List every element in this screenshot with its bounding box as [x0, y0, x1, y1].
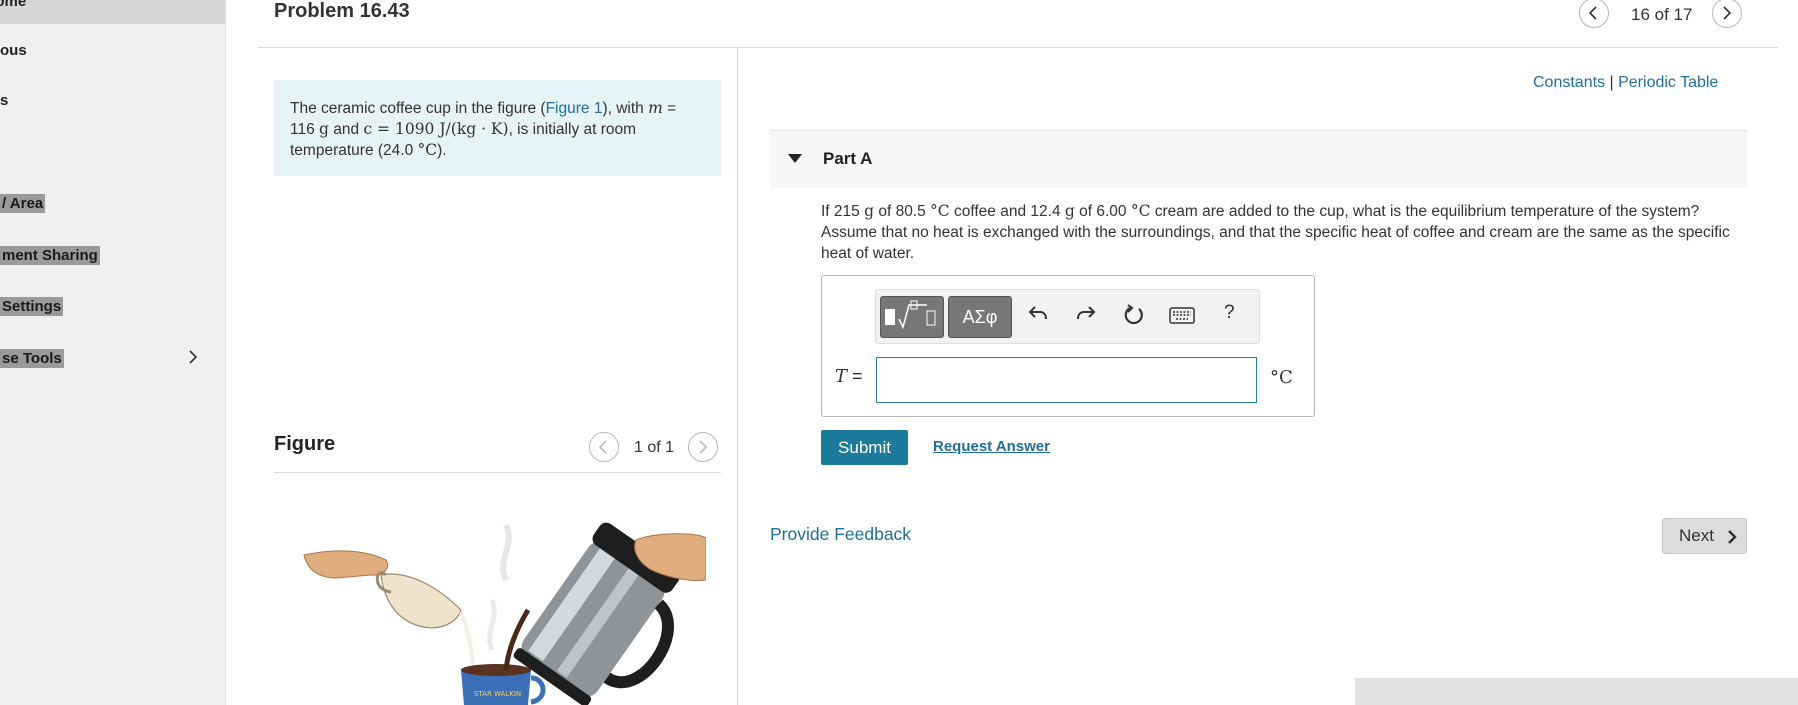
chevron-right-icon	[1728, 530, 1737, 544]
fraction-root-icon	[885, 300, 936, 330]
mug-text: STAR WALKIN	[474, 690, 521, 698]
math-toolbar: ΑΣφ ?	[875, 289, 1260, 344]
sidebar-item-area[interactable]: / Area	[0, 194, 46, 213]
next-button[interactable]: Next	[1662, 518, 1747, 554]
figure-title: Figure	[274, 433, 336, 455]
sidebar-item-home[interactable]: e Home	[0, 0, 225, 24]
figure-link[interactable]: Figure 1	[546, 100, 603, 117]
chevron-left-icon	[1588, 6, 1597, 20]
keyboard-icon[interactable]	[1169, 307, 1195, 325]
undo-icon[interactable]	[1028, 304, 1048, 324]
submit-button[interactable]: Submit	[821, 430, 908, 465]
chevron-right-icon	[699, 440, 708, 454]
provide-feedback-link[interactable]: Provide Feedback	[770, 524, 911, 545]
bottom-bar	[1355, 678, 1798, 705]
figure-prev-button[interactable]	[589, 432, 619, 462]
figure-pager: 1 of 1	[634, 439, 675, 456]
sidebar-item-previous[interactable]: ous	[0, 42, 27, 59]
figure-divider	[274, 472, 721, 473]
next-problem-button[interactable]	[1712, 0, 1742, 28]
header-divider	[258, 47, 1778, 48]
sidebar-item-course-tools[interactable]: se Tools	[0, 349, 64, 368]
chevron-right-icon[interactable]	[186, 350, 200, 364]
column-divider	[737, 48, 738, 705]
part-a-header[interactable]	[770, 130, 1747, 188]
answer-unit: °C	[1270, 367, 1293, 388]
reset-icon[interactable]	[1123, 304, 1145, 326]
periodic-table-link[interactable]: Periodic Table	[1618, 74, 1718, 91]
redo-icon[interactable]	[1076, 304, 1096, 324]
sidebar-item-s[interactable]: s	[0, 92, 8, 109]
symbols-button[interactable]: ΑΣφ	[948, 296, 1012, 338]
problem-pager: 16 of 17	[1631, 5, 1693, 24]
chevron-left-icon	[598, 440, 607, 454]
coffee-cup-figure: STAR WALKIN	[303, 522, 706, 705]
figure-next-button[interactable]	[688, 432, 718, 462]
sidebar: e Home ous s / Area ment Sharing Setting…	[0, 0, 226, 705]
caret-down-icon[interactable]	[788, 154, 802, 164]
problem-statement: The ceramic coffee cup in the figure (Fi…	[274, 80, 721, 176]
prev-problem-button[interactable]	[1579, 0, 1609, 28]
answer-input[interactable]	[876, 357, 1257, 403]
request-answer-link[interactable]: Request Answer	[933, 438, 1050, 455]
reference-links: Constants | Periodic Table	[1533, 74, 1719, 91]
help-button[interactable]: ?	[1224, 302, 1235, 324]
sidebar-item-settings[interactable]: Settings	[0, 297, 64, 316]
chevron-right-icon	[1723, 6, 1732, 20]
constants-link[interactable]: Constants	[1533, 74, 1605, 91]
templates-button[interactable]	[880, 296, 944, 338]
question-text: If 215 g of 80.5 °C coffee and 12.4 g of…	[821, 202, 1730, 262]
page-title: Problem 16.43	[274, 0, 410, 22]
sidebar-item-document-sharing[interactable]: ment Sharing	[0, 246, 100, 265]
answer-variable-label: T =	[835, 366, 863, 387]
part-a-title: Part A	[823, 149, 873, 168]
